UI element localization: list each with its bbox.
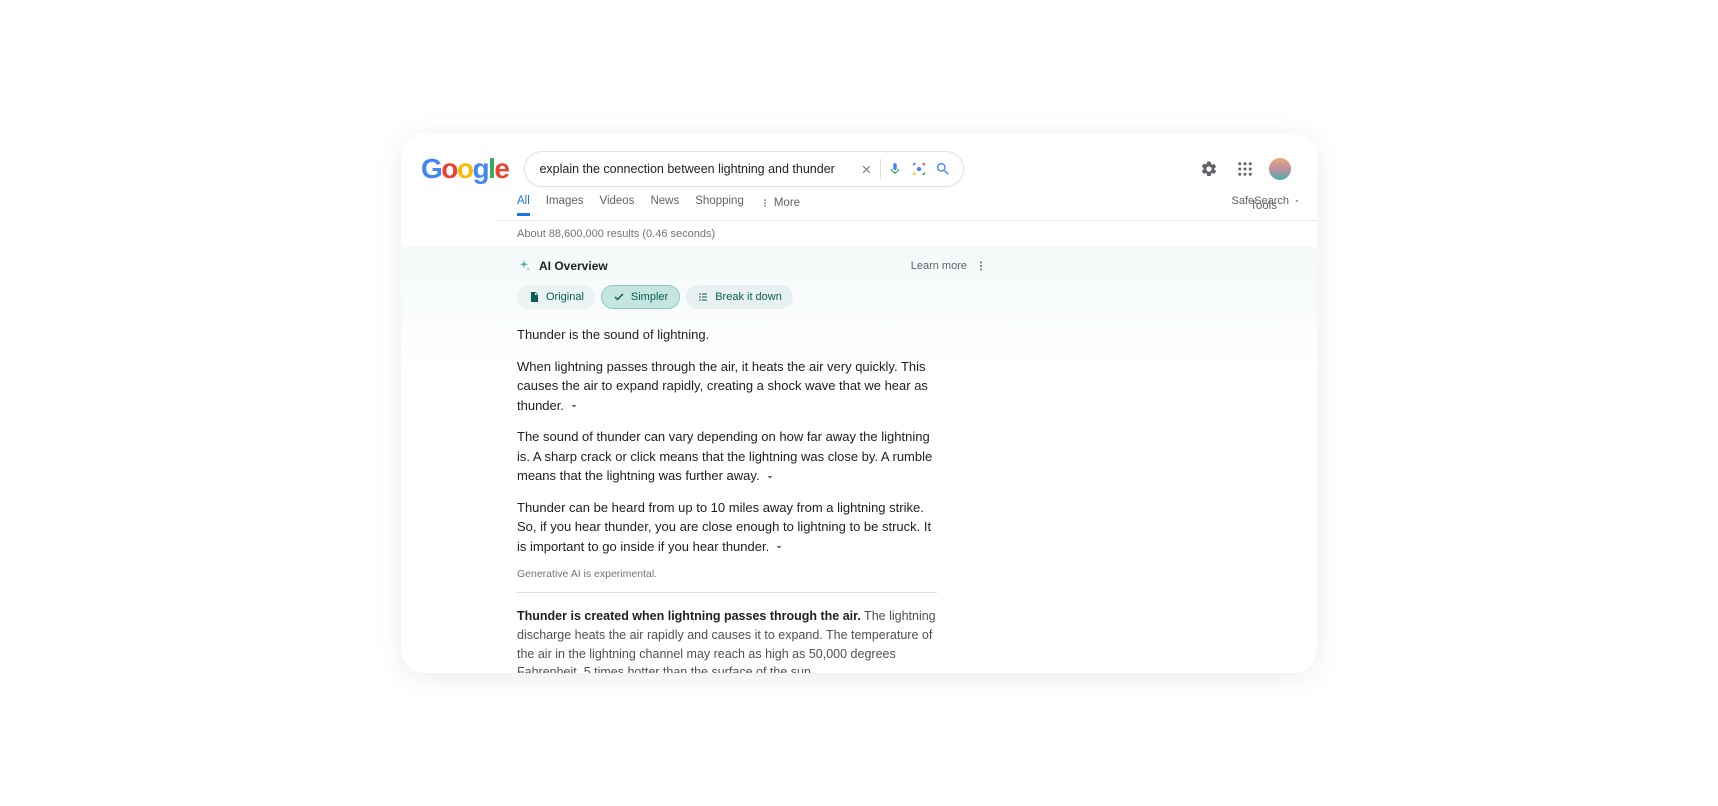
tab-all[interactable]: All	[517, 195, 530, 216]
google-logo[interactable]: Google	[421, 153, 508, 185]
list-icon	[697, 291, 709, 303]
divider	[517, 592, 937, 593]
clear-icon[interactable]	[854, 157, 878, 181]
ai-overview-title: AI Overview	[539, 259, 608, 273]
ai-content: Thunder is the sound of lightning. When …	[517, 325, 937, 556]
tab-shopping[interactable]: Shopping	[695, 195, 744, 216]
tab-news[interactable]: News	[650, 195, 679, 216]
chevron-down-icon[interactable]	[568, 400, 580, 412]
apps-icon[interactable]	[1233, 157, 1257, 181]
top-bar: Google	[401, 133, 1317, 191]
search-bar	[524, 151, 964, 187]
search-icon[interactable]	[931, 157, 955, 181]
result-snippet: Thunder is created when lightning passes…	[517, 607, 937, 673]
mic-icon[interactable]	[883, 157, 907, 181]
ai-paragraph-1: Thunder is the sound of lightning.	[517, 325, 937, 345]
snippet-bold: Thunder is created when lightning passes…	[517, 609, 861, 623]
safesearch-label: SafeSearch	[1232, 195, 1289, 207]
settings-icon[interactable]	[1197, 157, 1221, 181]
safesearch-dropdown[interactable]: SafeSearch	[1232, 195, 1301, 207]
profile-avatar[interactable]	[1269, 158, 1291, 180]
chevron-down-icon[interactable]	[773, 541, 785, 553]
check-icon	[613, 291, 625, 303]
ai-overview-section: AI Overview Learn more Original Simpler …	[401, 247, 1317, 673]
lens-icon[interactable]	[907, 157, 931, 181]
top-right	[1197, 157, 1297, 181]
tabs: All Images Videos News Shopping More	[517, 195, 800, 216]
pill-original[interactable]: Original	[517, 285, 595, 309]
ai-header: AI Overview Learn more	[517, 259, 1297, 273]
pill-breakdown[interactable]: Break it down	[686, 285, 793, 309]
ai-mode-pills: Original Simpler Break it down	[517, 285, 1297, 309]
tab-videos[interactable]: Videos	[600, 195, 635, 216]
ai-disclaimer: Generative AI is experimental.	[517, 568, 1297, 580]
result-stats: About 88,600,000 results (0.46 seconds)	[401, 221, 1317, 247]
search-results-window: Google	[401, 133, 1317, 673]
pill-breakdown-label: Break it down	[715, 291, 782, 303]
ai-paragraph-3: The sound of thunder can vary depending …	[517, 427, 937, 486]
chevron-down-icon[interactable]	[764, 471, 776, 483]
tab-images[interactable]: Images	[546, 195, 584, 216]
pill-simpler-label: Simpler	[631, 291, 668, 303]
ai-menu-icon[interactable]	[975, 260, 987, 272]
tabs-row: All Images Videos News Shopping More Too…	[497, 191, 1317, 221]
pill-original-label: Original	[546, 291, 584, 303]
tab-more[interactable]: More	[760, 195, 800, 216]
pill-simpler[interactable]: Simpler	[601, 285, 680, 309]
ai-paragraph-4: Thunder can be heard from up to 10 miles…	[517, 498, 937, 557]
document-icon	[528, 291, 540, 303]
ai-paragraph-2: When lightning passes through the air, i…	[517, 357, 937, 416]
sparkle-icon	[517, 259, 531, 273]
learn-more-link[interactable]: Learn more	[911, 260, 967, 272]
tab-more-label: More	[774, 197, 800, 209]
divider	[880, 159, 881, 179]
search-input[interactable]	[539, 162, 854, 176]
